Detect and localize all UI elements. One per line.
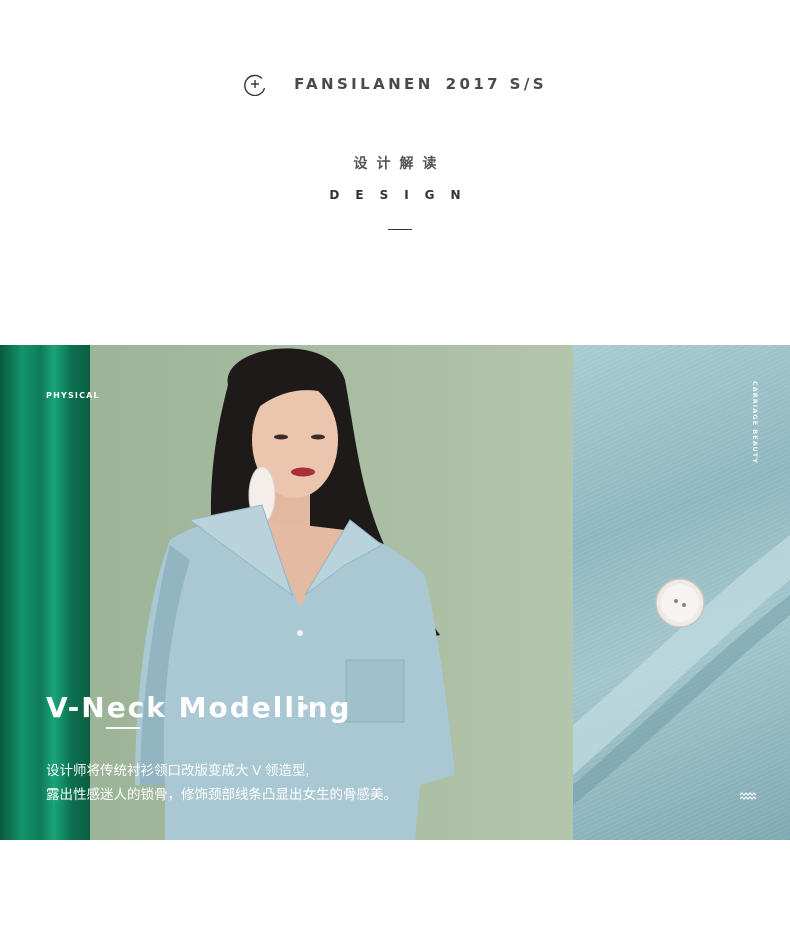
section-divider bbox=[388, 229, 412, 230]
brand-header: FANSILANEN 2017 S/S bbox=[0, 72, 790, 96]
description-line-2: 露出性感迷人的锁骨，修饰颈部线条凸显出女生的骨感美。 bbox=[46, 787, 397, 802]
design-banner: PHYSICAL V-Neck Modelling 设计师将传统衬衫领口改版变成… bbox=[0, 345, 790, 840]
wave-icon bbox=[739, 792, 757, 800]
model-photo: PHYSICAL V-Neck Modelling 设计师将传统衬衫领口改版变成… bbox=[0, 345, 573, 840]
side-caption: CARRIAGE BEAUTY bbox=[751, 381, 759, 464]
section-title-en: DESIGN bbox=[329, 188, 477, 202]
circle-plus-icon bbox=[244, 74, 266, 96]
headline-underline bbox=[106, 727, 140, 729]
brand-name: FANSILANEN bbox=[294, 75, 434, 93]
description-line-1: 设计师将传统衬衫领口改版变成大 V 领造型, bbox=[46, 763, 310, 778]
brand-season: 2017 S/S bbox=[445, 75, 547, 93]
description: 设计师将传统衬衫领口改版变成大 V 领造型, 露出性感迷人的锁骨，修饰颈部线条凸… bbox=[46, 759, 397, 807]
headline: V-Neck Modelling bbox=[46, 691, 352, 724]
physical-label: PHYSICAL bbox=[46, 391, 100, 400]
section-title-cn: 设计解读 bbox=[353, 156, 446, 172]
